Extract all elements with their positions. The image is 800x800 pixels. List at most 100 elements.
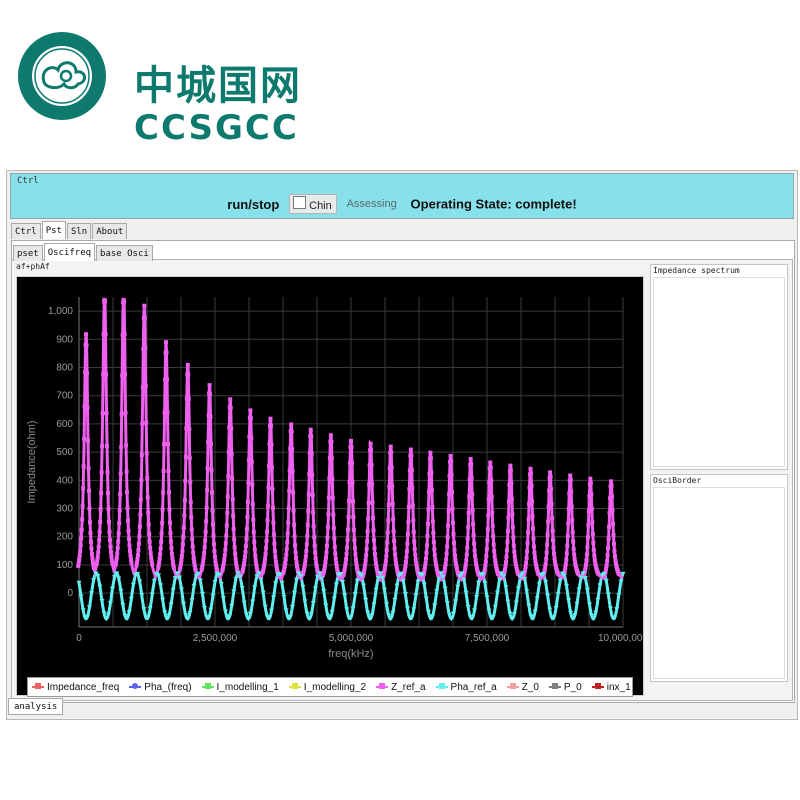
z-ref-a-point <box>612 548 617 553</box>
chin-checkbox-wrap[interactable]: Chin <box>289 194 337 214</box>
tab-oscifreq[interactable]: Oscifreq <box>43 243 96 261</box>
z-ref-a-point <box>606 536 611 541</box>
z-ref-a-point <box>85 371 90 376</box>
z-ref-a-point <box>330 476 335 481</box>
brand-name-cn: 中城国网 <box>134 63 302 109</box>
z-ref-a-point <box>146 510 151 515</box>
z-ref-a-point <box>353 552 358 557</box>
z-ref-a-point <box>386 502 391 507</box>
z-ref-a-point <box>230 497 235 502</box>
z-ref-a-point <box>389 450 394 455</box>
z-ref-a-point <box>371 528 376 533</box>
z-ref-a-point <box>287 488 292 493</box>
z-ref-a-point <box>79 528 84 533</box>
z-ref-a-point <box>428 450 433 455</box>
z-ref-a-point <box>157 556 162 561</box>
z-ref-a-point <box>87 506 92 511</box>
z-ref-a-point <box>91 566 96 571</box>
z-ref-a-point <box>576 571 581 576</box>
tab-base-osci[interactable]: base Osci <box>96 245 153 261</box>
z-ref-a-point <box>349 460 354 465</box>
z-ref-a-point <box>511 535 516 540</box>
run-stop-button[interactable]: run/stop <box>227 197 279 212</box>
z-ref-a-point <box>223 547 228 552</box>
z-ref-a-point <box>203 530 208 535</box>
z-ref-a-point <box>212 554 217 559</box>
x-axis-label: freq(kHz) <box>328 648 373 660</box>
tab-sln[interactable]: Sln <box>66 223 92 239</box>
z-ref-a-point <box>138 512 143 517</box>
z-ref-a-point <box>324 550 329 555</box>
z-ref-a-point <box>504 554 509 559</box>
z-ref-a-point <box>423 564 428 569</box>
z-ref-a-point <box>411 530 416 535</box>
z-ref-a-point <box>224 523 229 528</box>
impedance-spectrum-panel: Impedance spectrum <box>650 264 788 470</box>
z-ref-a-point <box>269 465 274 470</box>
legend-label: Pha_(freq) <box>144 681 192 693</box>
z-ref-a-point <box>404 549 409 554</box>
z-ref-a-point <box>99 470 104 475</box>
z-ref-a-point <box>424 556 429 561</box>
z-ref-a-point <box>352 538 357 543</box>
legend-item-6: Z_0 <box>506 682 539 693</box>
z-ref-a-point <box>291 508 296 513</box>
z-ref-a-point <box>331 526 336 531</box>
z-ref-a-point <box>551 538 556 543</box>
osci-border-panel: OsciBorder <box>650 474 788 682</box>
z-ref-a-point <box>488 465 493 470</box>
z-ref-a-point <box>158 551 163 556</box>
z-ref-a-point <box>143 384 148 389</box>
z-ref-a-point <box>284 552 289 557</box>
tab-analysis[interactable]: analysis <box>8 698 64 715</box>
ctrl-row: run/stop Chin Assessing Operating State:… <box>11 194 793 214</box>
z-ref-a-point <box>116 539 121 544</box>
z-ref-a-point <box>126 536 131 541</box>
z-ref-a-point <box>250 482 255 487</box>
x-tick-label: 0 <box>76 633 82 644</box>
legend-label: Impedance_freq <box>47 681 120 693</box>
tab-pst[interactable]: Pst <box>41 221 66 239</box>
z-ref-a-point <box>168 531 173 536</box>
chin-checkbox[interactable] <box>293 196 307 209</box>
z-ref-a-point <box>248 416 253 421</box>
z-ref-a-point <box>425 533 430 538</box>
app-window: Ctrl run/stop Chin Assessing Operating S… <box>6 170 798 720</box>
z-ref-a-point <box>352 546 357 551</box>
z-ref-a-point <box>313 550 318 555</box>
z-ref-a-point <box>590 531 595 536</box>
tab-ctrl[interactable]: Ctrl <box>11 223 41 239</box>
z-ref-a-point <box>96 544 101 549</box>
z-ref-a-point <box>129 560 134 565</box>
z-ref-a-point <box>405 532 410 537</box>
z-ref-a-point <box>263 551 268 556</box>
z-ref-a-point <box>510 512 515 517</box>
z-ref-a-point <box>592 553 597 558</box>
z-ref-a-point <box>609 479 614 484</box>
z-ref-a-point <box>323 555 328 560</box>
z-ref-a-point <box>182 513 187 518</box>
z-ref-a-point <box>165 442 170 447</box>
z-ref-a-point <box>233 556 238 561</box>
legend-label: I_modelling_1 <box>216 681 279 693</box>
z-ref-a-point <box>449 473 454 478</box>
z-ref-a-point <box>169 546 174 551</box>
legend-swatch-icon <box>591 683 604 689</box>
z-ref-a-point <box>383 559 388 564</box>
z-ref-a-point <box>138 497 143 502</box>
tab-pset[interactable]: pset <box>13 245 43 261</box>
brand-name-en: CCSGCC <box>134 108 299 148</box>
z-ref-a-point <box>188 480 193 485</box>
z-ref-a-point <box>209 468 214 473</box>
legend-swatch-icon <box>376 683 389 689</box>
z-ref-a-point <box>408 447 413 452</box>
impedance-chart: 0 100 200 300 400 500 600 700 800 900 1,000 0 2,500,… <box>17 277 643 695</box>
tab-about[interactable]: About <box>92 223 128 239</box>
z-ref-a-point <box>265 518 270 523</box>
z-ref-a-point <box>451 540 456 545</box>
z-ref-a-point <box>529 499 534 504</box>
z-ref-a-point <box>590 520 595 525</box>
chart-panel: 0 100 200 300 400 500 600 700 800 900 1,000 0 2,500,… <box>16 276 644 697</box>
z-ref-a-point <box>268 424 273 429</box>
z-ref-a-point <box>204 505 209 510</box>
